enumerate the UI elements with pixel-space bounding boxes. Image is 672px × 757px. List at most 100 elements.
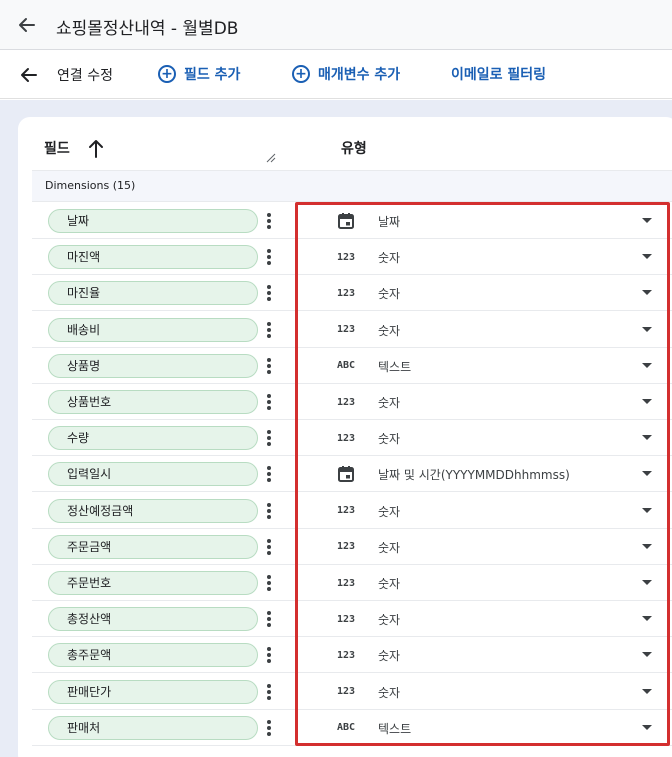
type-dropdown-value[interactable]: 날짜	[378, 213, 400, 230]
dropdown-arrow-icon[interactable]	[642, 218, 652, 223]
table-row: 주문번호 123 숫자	[32, 565, 672, 601]
filter-by-email-button[interactable]: 이메일로 필터링	[451, 64, 546, 84]
sort-ascending-icon[interactable]	[86, 137, 106, 159]
table-row: 입력일시 날짜 및 시간(YYYYMMDDhhmmss)	[32, 456, 672, 493]
field-chip[interactable]: 판매단가	[48, 679, 258, 704]
table-row: 상품번호 123 숫자	[32, 384, 672, 420]
table-row: 판매단가 123 숫자	[32, 674, 672, 710]
calendar-icon	[334, 464, 358, 484]
type-dropdown-value[interactable]: 숫자	[378, 539, 400, 556]
more-vert-icon[interactable]	[264, 573, 274, 593]
dropdown-arrow-icon[interactable]	[642, 254, 652, 260]
field-chip[interactable]: 날짜	[48, 209, 258, 233]
field-chip[interactable]: 배송비	[48, 317, 258, 342]
type-dropdown-value[interactable]: 숫자	[378, 611, 400, 628]
column-header-field[interactable]: 필드	[44, 138, 70, 158]
edit-connection-button[interactable]: 연결 수정	[57, 65, 113, 85]
field-chip[interactable]: 입력일시	[48, 462, 258, 487]
field-chip[interactable]: 총정산액	[48, 607, 258, 632]
calendar-icon	[334, 211, 358, 231]
field-chip[interactable]: 정산예정금액	[48, 498, 258, 523]
table-row: 마진율 123 숫자	[32, 275, 672, 312]
field-chip[interactable]: 마진액	[48, 245, 258, 270]
type-dropdown-value[interactable]: 숫자	[378, 285, 400, 302]
dropdown-arrow-icon[interactable]	[642, 326, 652, 332]
more-vert-icon[interactable]	[264, 501, 274, 521]
type-dropdown-value[interactable]: 숫자	[378, 575, 400, 592]
field-chip[interactable]: 상품명	[48, 353, 258, 378]
add-field-label: 필드 추가	[184, 67, 241, 83]
number-type-icon: 123	[336, 505, 356, 517]
type-dropdown-value[interactable]: 숫자	[378, 684, 400, 701]
table-row: 수량 123 숫자	[32, 420, 672, 457]
table-row: 날짜 날짜	[32, 203, 672, 239]
table-row: 총정산액 123 숫자	[32, 601, 672, 638]
more-vert-icon[interactable]	[264, 428, 274, 448]
dropdown-arrow-icon[interactable]	[642, 580, 652, 585]
more-vert-icon[interactable]	[264, 464, 274, 484]
text-type-icon: ABC	[336, 360, 356, 372]
dropdown-arrow-icon[interactable]	[642, 652, 652, 658]
number-type-icon: 123	[336, 613, 356, 625]
number-type-icon: 123	[336, 686, 356, 698]
table-row: 총주문액 123 숫자	[32, 637, 672, 674]
type-dropdown-value[interactable]: 숫자	[378, 503, 400, 520]
field-chip[interactable]: 주문금액	[48, 534, 258, 559]
type-dropdown-value[interactable]: 텍스트	[378, 720, 411, 737]
dropdown-arrow-icon[interactable]	[642, 471, 652, 477]
type-dropdown-value[interactable]: 날짜 및 시간(YYYYMMDDhhmmss)	[378, 466, 570, 483]
add-parameter-button[interactable]: + 매개변수 추가	[292, 64, 400, 84]
text-type-icon: ABC	[336, 722, 356, 734]
number-type-icon: 123	[336, 324, 356, 336]
type-dropdown-value[interactable]: 숫자	[378, 394, 400, 411]
type-dropdown-value[interactable]: 숫자	[378, 647, 400, 664]
page-title: 쇼핑몰정산내역 - 월별DB	[56, 19, 239, 39]
dropdown-arrow-icon[interactable]	[642, 507, 652, 513]
toolbar: 연결 수정 + 필드 추가 + 매개변수 추가 이메일로 필터링	[0, 51, 672, 99]
more-vert-icon[interactable]	[264, 645, 274, 665]
table-row: 주문금액 123 숫자	[32, 529, 672, 565]
more-vert-icon[interactable]	[264, 537, 274, 557]
back-arrow-icon[interactable]	[14, 12, 40, 38]
field-chip[interactable]: 총주문액	[48, 643, 258, 668]
number-type-icon: 123	[336, 577, 356, 589]
table-row: 배송비 123 숫자	[32, 312, 672, 348]
add-circle-icon: +	[292, 65, 310, 83]
dropdown-arrow-icon[interactable]	[642, 362, 652, 368]
table-row: 상품명 ABC 텍스트	[32, 348, 672, 384]
column-resize-handle-icon[interactable]	[264, 148, 276, 163]
more-vert-icon[interactable]	[264, 283, 274, 303]
add-parameter-label: 매개변수 추가	[318, 67, 401, 83]
type-dropdown-value[interactable]: 숫자	[378, 430, 400, 447]
more-vert-icon[interactable]	[264, 718, 274, 738]
more-vert-icon[interactable]	[264, 247, 274, 267]
dropdown-arrow-icon[interactable]	[642, 435, 652, 441]
type-dropdown-value[interactable]: 텍스트	[378, 358, 411, 375]
field-chip[interactable]: 주문번호	[48, 571, 258, 595]
more-vert-icon[interactable]	[264, 211, 274, 231]
more-vert-icon[interactable]	[264, 356, 274, 376]
dropdown-arrow-icon[interactable]	[642, 724, 652, 730]
more-vert-icon[interactable]	[264, 682, 274, 702]
dropdown-arrow-icon[interactable]	[642, 290, 652, 296]
back-arrow-icon[interactable]	[16, 62, 42, 88]
dropdown-arrow-icon[interactable]	[642, 399, 652, 404]
more-vert-icon[interactable]	[264, 392, 274, 412]
more-vert-icon[interactable]	[264, 320, 274, 340]
field-chip[interactable]: 마진율	[48, 281, 258, 306]
dropdown-arrow-icon[interactable]	[642, 688, 652, 694]
table-row: 판매처 ABC 텍스트	[32, 710, 672, 746]
number-type-icon: 123	[336, 541, 356, 553]
add-circle-icon: +	[158, 65, 176, 83]
more-vert-icon[interactable]	[264, 609, 274, 629]
dropdown-arrow-icon[interactable]	[642, 616, 652, 622]
dropdown-arrow-icon[interactable]	[642, 543, 652, 549]
number-type-icon: 123	[336, 432, 356, 444]
field-chip[interactable]: 판매처	[48, 715, 258, 740]
type-dropdown-value[interactable]: 숫자	[378, 249, 400, 266]
field-chip[interactable]: 수량	[48, 426, 258, 451]
table-row: 정산예정금액 123 숫자	[32, 493, 672, 529]
add-field-button[interactable]: + 필드 추가	[158, 64, 240, 84]
field-chip[interactable]: 상품번호	[48, 390, 258, 414]
type-dropdown-value[interactable]: 숫자	[378, 322, 400, 339]
